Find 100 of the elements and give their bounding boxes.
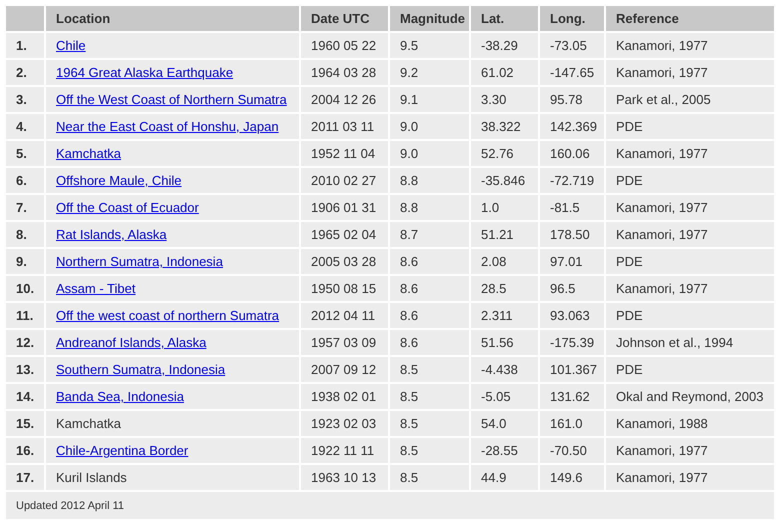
rank-cell: 16.: [6, 438, 44, 463]
table-cell: 28.5: [471, 276, 538, 301]
table-cell: 8.5: [390, 411, 469, 436]
table-cell: 2012 04 11: [301, 303, 388, 328]
table-cell: -73.05: [540, 33, 604, 58]
table-cell: 54.0: [471, 411, 538, 436]
table-cell: 2010 02 27: [301, 168, 388, 193]
table-cell: 9.2: [390, 60, 469, 85]
table-cell: Johnson et al., 1994: [606, 330, 774, 355]
table-cell: Kuril Islands: [46, 465, 299, 490]
table-cell: 38.322: [471, 114, 538, 139]
table-cell: 97.01: [540, 249, 604, 274]
table-cell: Kanamori, 1977: [606, 222, 774, 247]
table-cell: 1938 02 01: [301, 384, 388, 409]
table-cell: 8.5: [390, 357, 469, 382]
table-cell: -28.55: [471, 438, 538, 463]
table-cell: PDE: [606, 303, 774, 328]
rank-cell: 2.: [6, 60, 44, 85]
rank-cell: 10.: [6, 276, 44, 301]
table-cell: 8.6: [390, 330, 469, 355]
table-cell: 51.56: [471, 330, 538, 355]
rank-cell: 13.: [6, 357, 44, 382]
table-cell: -72.719: [540, 168, 604, 193]
table-cell: 9.0: [390, 114, 469, 139]
table-cell: -5.05: [471, 384, 538, 409]
table-cell: 8.5: [390, 438, 469, 463]
table-cell: 178.50: [540, 222, 604, 247]
table-cell: -38.29: [471, 33, 538, 58]
table-cell: 8.6: [390, 303, 469, 328]
table-cell: Kanamori, 1977: [606, 60, 774, 85]
table-cell: 9.0: [390, 141, 469, 166]
column-header: Long.: [540, 6, 604, 31]
table-cell: 8.8: [390, 195, 469, 220]
table-cell: 8.6: [390, 276, 469, 301]
rank-cell: 9.: [6, 249, 44, 274]
table-cell: 95.78: [540, 87, 604, 112]
rank-cell: 7.: [6, 195, 44, 220]
rank-cell: 5.: [6, 141, 44, 166]
table-cell: PDE: [606, 114, 774, 139]
table-cell: 44.9: [471, 465, 538, 490]
table-cell: 160.06: [540, 141, 604, 166]
column-header: Location: [46, 6, 299, 31]
table-cell: -4.438: [471, 357, 538, 382]
table-cell: Kamchatka: [46, 411, 299, 436]
table-cell: 96.5: [540, 276, 604, 301]
table-cell: PDE: [606, 357, 774, 382]
column-header: Lat.: [471, 6, 538, 31]
table-cell: 2.311: [471, 303, 538, 328]
rank-cell: 3.: [6, 87, 44, 112]
table-cell: Okal and Reymond, 2003: [606, 384, 774, 409]
rank-cell: 12.: [6, 330, 44, 355]
table-cell: 1963 10 13: [301, 465, 388, 490]
table-cell: Kanamori, 1977: [606, 276, 774, 301]
location-link[interactable]: Chile: [56, 38, 86, 53]
table-cell: 1950 08 15: [301, 276, 388, 301]
table-cell: 52.76: [471, 141, 538, 166]
table-cell: 1952 11 04: [301, 141, 388, 166]
table-cell: 2.08: [471, 249, 538, 274]
table-cell: -175.39: [540, 330, 604, 355]
table-cell: 61.02: [471, 60, 538, 85]
table-cell: Kanamori, 1977: [606, 141, 774, 166]
table-cell: 9.5: [390, 33, 469, 58]
table-cell: Park et al., 2005: [606, 87, 774, 112]
rank-cell: 15.: [6, 411, 44, 436]
table-cell: 8.5: [390, 465, 469, 490]
rank-cell: 4.: [6, 114, 44, 139]
table-cell: 1964 03 28: [301, 60, 388, 85]
footer-note: Updated 2012 April 11: [6, 492, 774, 519]
table-cell: PDE: [606, 168, 774, 193]
table-cell: 142.369: [540, 114, 604, 139]
table-cell: 9.1: [390, 87, 469, 112]
table-cell: Kanamori, 1977: [606, 438, 774, 463]
table-cell: 1960 05 22: [301, 33, 388, 58]
table-cell: 149.6: [540, 465, 604, 490]
table-cell: 1906 01 31: [301, 195, 388, 220]
table-cell: 51.21: [471, 222, 538, 247]
table-cell: 1965 02 04: [301, 222, 388, 247]
table-cell: Kanamori, 1988: [606, 411, 774, 436]
table-cell: -147.65: [540, 60, 604, 85]
table-cell: Kanamori, 1977: [606, 33, 774, 58]
table-cell: -35.846: [471, 168, 538, 193]
table-cell: 3.30: [471, 87, 538, 112]
table-cell: PDE: [606, 249, 774, 274]
rank-cell: 11.: [6, 303, 44, 328]
table-cell: 8.8: [390, 168, 469, 193]
table-cell: Kanamori, 1977: [606, 195, 774, 220]
location-link[interactable]: Kamchatka: [56, 146, 122, 161]
location-link[interactable]: Assam - Tibet: [56, 281, 136, 296]
table-cell: -70.50: [540, 438, 604, 463]
column-header: Reference: [606, 6, 774, 31]
table-cell: 93.063: [540, 303, 604, 328]
column-header: Magnitude: [390, 6, 469, 31]
table-cell: -81.5: [540, 195, 604, 220]
rank-cell: 1.: [6, 33, 44, 58]
table-cell: 1957 03 09: [301, 330, 388, 355]
table-cell: 8.7: [390, 222, 469, 247]
table-cell: 2005 03 28: [301, 249, 388, 274]
table-cell: 2004 12 26: [301, 87, 388, 112]
table-cell: 101.367: [540, 357, 604, 382]
rank-cell: 17.: [6, 465, 44, 490]
